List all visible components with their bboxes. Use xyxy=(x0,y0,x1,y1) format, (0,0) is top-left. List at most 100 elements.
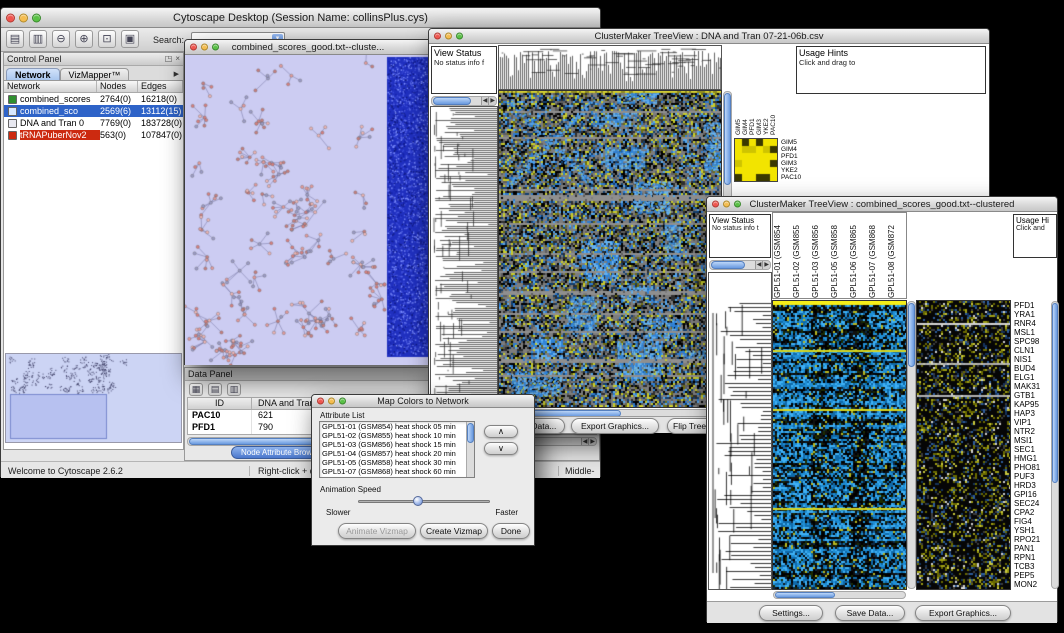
zoom-selected-icon[interactable]: ▣ xyxy=(121,30,139,48)
gene-label[interactable]: HMG1 xyxy=(1014,454,1050,463)
zoom-fit-icon[interactable]: ⊡ xyxy=(98,30,116,48)
gene-label[interactable]: FIG4 xyxy=(1014,517,1050,526)
minimize-icon[interactable] xyxy=(723,201,730,208)
tv2-row-dendrogram-canvas[interactable] xyxy=(709,273,771,589)
dendrogram-hscrollbar[interactable]: ◀▶ xyxy=(709,260,771,270)
close-icon[interactable] xyxy=(6,13,15,22)
tv2-secondary-heatmap-canvas[interactable] xyxy=(917,301,1010,589)
heatmap-column-label[interactable]: GPL51-08 (GSM872 xyxy=(887,213,906,298)
export-graphics-button[interactable]: Export Graphics... xyxy=(915,605,1011,621)
matrix-column-label[interactable]: GIM3 xyxy=(756,85,763,135)
tab-vizmapper[interactable]: VizMapper™ xyxy=(60,68,130,80)
col-nodes[interactable]: Nodes xyxy=(97,81,138,92)
float-panel-icon[interactable]: ◳ xyxy=(165,53,173,65)
matrix-row-label[interactable]: GIM4 xyxy=(781,146,821,153)
minimize-icon[interactable] xyxy=(445,33,452,40)
save-data-button[interactable]: Save Data... xyxy=(835,605,905,621)
col-id[interactable]: ID xyxy=(188,398,252,409)
heatmap-column-label[interactable]: GPL51-06 (GSM865 xyxy=(849,213,868,298)
treeview2-titlebar[interactable]: ClusterMaker TreeView : combined_scores_… xyxy=(707,197,1057,212)
attribute-list-item[interactable]: GPL51-05 (GSM858) heat shock 30 min xyxy=(320,458,474,467)
matrix-column-label[interactable]: PFD1 xyxy=(749,85,756,135)
gene-label[interactable]: MAK31 xyxy=(1014,382,1050,391)
maximize-icon[interactable] xyxy=(734,201,741,208)
tv1-col-dendrogram-canvas[interactable] xyxy=(499,46,721,89)
heatmap-column-label[interactable]: GPL51-03 (GSM856 xyxy=(811,213,830,298)
move-up-button[interactable]: ∧ xyxy=(484,425,518,438)
col-edges[interactable]: Edges xyxy=(138,81,183,92)
gene-label[interactable]: KAP95 xyxy=(1014,400,1050,409)
listbox-vscrollbar[interactable] xyxy=(466,422,474,477)
network-view-canvas[interactable] xyxy=(185,55,431,365)
gene-label[interactable]: GTB1 xyxy=(1014,391,1050,400)
gene-label[interactable]: MSI1 xyxy=(1014,436,1050,445)
heatmap-hscrollbar[interactable] xyxy=(773,591,906,599)
attribute-list-item[interactable]: GPL51-01 (GSM854) heat shock 05 min xyxy=(320,422,474,431)
create-vizmap-button[interactable]: Create Vizmap xyxy=(420,523,488,539)
network-row[interactable]: DNA and Tran 0 7769(0) 183728(0) xyxy=(4,117,183,129)
gene-label[interactable]: PEP5 xyxy=(1014,571,1050,580)
maximize-icon[interactable] xyxy=(212,44,219,51)
tv1-row-dendrogram-canvas[interactable] xyxy=(431,107,497,407)
dialog-titlebar[interactable]: Map Colors to Network xyxy=(312,395,534,408)
gene-label[interactable]: NTR2 xyxy=(1014,427,1050,436)
gene-label[interactable]: VIP1 xyxy=(1014,418,1050,427)
animate-vizmap-button[interactable]: Animate Vizmap xyxy=(338,523,416,539)
gene-label[interactable]: GPI16 xyxy=(1014,490,1050,499)
matrix-column-label[interactable]: YKE2 xyxy=(763,85,770,135)
scroll-left-icon[interactable]: ◀ xyxy=(755,261,763,269)
network-overview-canvas[interactable] xyxy=(6,354,181,442)
attribute-list-item[interactable]: GPL51-04 (GSM857) heat shock 20 min xyxy=(320,449,474,458)
gene-label[interactable]: MSL1 xyxy=(1014,328,1050,337)
gene-label[interactable]: RNR4 xyxy=(1014,319,1050,328)
scroll-left-icon[interactable]: ◀ xyxy=(481,97,489,105)
network-row[interactable]: tRNAPuberNov2 563(0) 107847(0) xyxy=(4,129,183,141)
matrix-row-label[interactable]: PFD1 xyxy=(781,153,821,160)
gene-label[interactable]: SPC98 xyxy=(1014,337,1050,346)
gene-label[interactable]: PUF3 xyxy=(1014,472,1050,481)
delete-attribute-icon[interactable]: ▥ xyxy=(227,383,241,396)
scroll-right-icon[interactable]: ▶ xyxy=(588,438,596,445)
settings-button[interactable]: Settings... xyxy=(759,605,823,621)
matrix-row-label[interactable]: GIM5 xyxy=(781,139,821,146)
tv2-heatmap-canvas[interactable] xyxy=(773,301,906,589)
matrix-column-label[interactable]: GIM4 xyxy=(742,85,749,135)
heatmap-vscrollbar[interactable] xyxy=(907,301,916,589)
minimize-icon[interactable] xyxy=(328,398,335,405)
heatmap-column-label[interactable]: GPL51-07 (GSM868 xyxy=(868,213,887,298)
zoom-in-icon[interactable]: ⊕ xyxy=(75,30,93,48)
minimize-icon[interactable] xyxy=(19,13,28,22)
maximize-icon[interactable] xyxy=(456,33,463,40)
gene-label[interactable]: HRD3 xyxy=(1014,481,1050,490)
tab-overflow-icon[interactable]: ▶ xyxy=(170,70,183,80)
heatmap-column-label[interactable]: GPL51-02 (GSM855 xyxy=(792,213,811,298)
close-panel-icon[interactable]: × xyxy=(175,53,180,65)
tab-network[interactable]: Network xyxy=(6,68,60,80)
gene-label[interactable]: RPN1 xyxy=(1014,553,1050,562)
heatmap-column-label[interactable]: GPL51-05 (GSM858 xyxy=(830,213,849,298)
scroll-right-icon[interactable]: ▶ xyxy=(488,97,496,105)
done-button[interactable]: Done xyxy=(492,523,530,539)
tv1-similarity-matrix-canvas[interactable] xyxy=(735,139,777,181)
col-network[interactable]: Network xyxy=(4,81,97,92)
animation-speed-slider[interactable] xyxy=(358,500,490,503)
main-titlebar[interactable]: Cytoscape Desktop (Session Name: collins… xyxy=(1,8,600,28)
matrix-row-label[interactable]: YKE2 xyxy=(781,167,821,174)
export-graphics-button[interactable]: Export Graphics... xyxy=(571,418,659,434)
select-attributes-icon[interactable]: ▦ xyxy=(189,383,203,396)
move-down-button[interactable]: ∨ xyxy=(484,442,518,455)
network-row[interactable]: combined_scores 2764(0) 16218(0) xyxy=(4,93,183,105)
matrix-row-label[interactable]: PAC10 xyxy=(781,174,821,181)
maximize-icon[interactable] xyxy=(339,398,346,405)
close-icon[interactable] xyxy=(434,33,441,40)
attribute-list-item[interactable]: GPL51-02 (GSM855) heat shock 10 min xyxy=(320,431,474,440)
slider-thumb[interactable] xyxy=(413,496,423,506)
scroll-right-icon[interactable]: ▶ xyxy=(762,261,770,269)
gene-label[interactable]: NIS1 xyxy=(1014,355,1050,364)
network-view-titlebar[interactable]: combined_scores_good.txt--cluste... xyxy=(185,40,431,55)
close-icon[interactable] xyxy=(317,398,324,405)
gene-label[interactable]: SEC1 xyxy=(1014,445,1050,454)
gene-label[interactable]: BUD4 xyxy=(1014,364,1050,373)
tv1-heatmap-canvas[interactable] xyxy=(499,91,721,407)
gene-label[interactable]: YRA1 xyxy=(1014,310,1050,319)
